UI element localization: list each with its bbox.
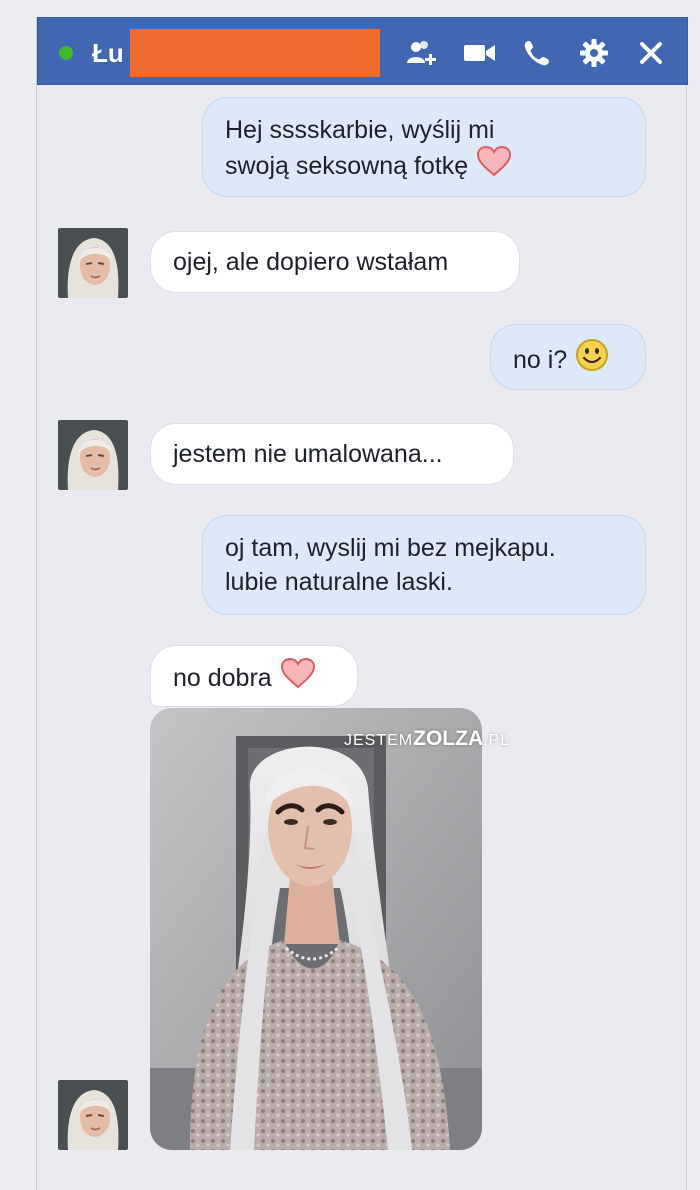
video-call-icon[interactable] [463, 36, 497, 70]
close-icon[interactable] [634, 36, 668, 70]
message-bubble-outgoing[interactable]: oj tam, wyslij mi bez mejkapu. lubie nat… [202, 515, 646, 615]
message-text: ojej, ale dopiero wstałam [173, 248, 449, 276]
message-text: no i? [513, 346, 568, 375]
message-text: Hej sssskarbie, wyślij mi [225, 116, 495, 144]
contact-avatar[interactable] [58, 228, 128, 298]
message-text: oj tam, wyslij mi bez mejkapu. [225, 534, 556, 562]
watermark: JESTEMZOLZA.PL [344, 727, 511, 750]
chat-header: Łu [37, 17, 688, 85]
smiley-icon [575, 338, 609, 381]
contact-avatar[interactable] [58, 1080, 128, 1150]
contact-avatar[interactable] [58, 420, 128, 490]
message-bubble-incoming[interactable]: ojej, ale dopiero wstałam [150, 231, 520, 293]
add-people-icon[interactable] [404, 36, 438, 70]
message-bubble-incoming[interactable]: jestem nie umalowana... [150, 423, 514, 485]
phone-call-icon[interactable] [520, 36, 554, 70]
message-text: jestem nie umalowana... [173, 440, 443, 468]
online-status-indicator [59, 46, 73, 60]
message-bubble-outgoing[interactable]: no i? [490, 324, 646, 390]
message-bubble-incoming[interactable]: no dobra [150, 645, 358, 707]
message-bubble-outgoing[interactable]: Hej sssskarbie, wyślij mi swoją seksowną… [202, 97, 646, 197]
message-text: swoją seksowną fotkę [225, 152, 469, 181]
photo-attachment[interactable] [150, 708, 482, 1150]
contact-name[interactable]: Łu [92, 38, 124, 68]
heart-icon [280, 657, 316, 698]
gear-icon[interactable] [577, 36, 611, 70]
heart-icon [476, 145, 512, 186]
name-redaction [130, 29, 380, 77]
message-text: no dobra [173, 664, 272, 693]
message-text: lubie naturalne laski. [225, 568, 453, 596]
